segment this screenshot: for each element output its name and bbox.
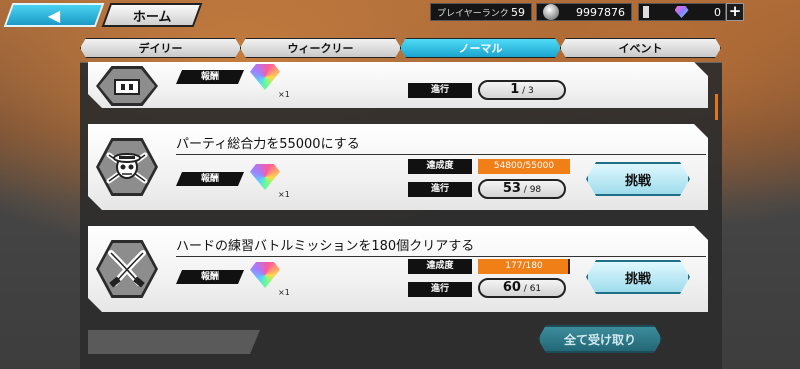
progress-label: 進行 <box>408 83 472 98</box>
mission-tabs: デイリー ウィークリー ノーマル イベント <box>80 38 722 58</box>
achievement-text: 177/180 <box>505 261 543 271</box>
mission-icon <box>96 66 158 106</box>
progress-label: 進行 <box>408 282 472 297</box>
reward-count: ×1 <box>278 90 290 99</box>
footer-bar <box>88 330 260 354</box>
rainbow-gem-icon <box>250 164 280 190</box>
tab-weekly[interactable]: ウィークリー <box>240 38 401 58</box>
progress-count: 53 / 98 <box>478 179 566 199</box>
coin-icon <box>543 4 559 20</box>
home-button[interactable]: ホーム <box>101 3 203 27</box>
coin-value: 9997876 <box>576 5 625 19</box>
reward-count: ×1 <box>278 190 290 199</box>
reward-count: ×1 <box>278 288 290 297</box>
gem-counter: 0 <box>638 3 726 21</box>
reward-label: 報酬 <box>176 172 244 186</box>
player-rank-label: プレイヤーランク <box>437 8 509 19</box>
back-arrow-icon: ◀ <box>47 5 61 25</box>
back-button[interactable]: ◀ <box>3 3 105 27</box>
mission-card: パーティ総合力を55000にする 報酬 ×1 達成度 54800/55000 進… <box>88 124 708 210</box>
mission-list-panel[interactable] <box>80 62 722 369</box>
mission-title: ハードの練習バトルミッションを180個クリアする <box>176 235 706 257</box>
tab-event[interactable]: イベント <box>560 38 721 58</box>
card-icon <box>643 6 649 18</box>
player-rank: プレイヤーランク 59 <box>430 3 532 21</box>
challenge-button[interactable]: 挑戦 <box>586 162 690 196</box>
claim-all-button[interactable]: 全て受け取り <box>538 325 662 353</box>
progress-count: 60 / 61 <box>478 278 566 298</box>
add-gems-button[interactable]: + <box>726 3 744 21</box>
coin-counter: 9997876 <box>536 3 632 21</box>
treasure-icon <box>112 76 142 96</box>
rainbow-gem-icon <box>250 262 280 288</box>
player-rank-value: 59 <box>511 5 525 19</box>
rainbow-gem-icon <box>250 64 280 90</box>
gem-icon <box>674 6 689 18</box>
straw-hat-jolly-roger-icon <box>105 147 149 187</box>
home-button-label: ホーム <box>132 9 172 25</box>
mission-icon <box>96 240 158 298</box>
mission-title: パーティ総合力を55000にする <box>176 133 706 155</box>
challenge-button[interactable]: 挑戦 <box>586 260 690 294</box>
reward-label: 報酬 <box>176 70 244 84</box>
mission-card: ハードの練習バトルミッションを180個クリアする 報酬 ×1 達成度 177/1… <box>88 226 708 312</box>
tab-daily[interactable]: デイリー <box>80 38 241 58</box>
achievement-label: 達成度 <box>408 259 472 274</box>
reward-label: 報酬 <box>176 270 244 284</box>
achievement-bar: 54800/55000 <box>478 159 570 174</box>
achievement-label: 達成度 <box>408 159 472 174</box>
achievement-bar: 177/180 <box>478 259 570 274</box>
achievement-text: 54800/55000 <box>493 161 555 171</box>
mission-icon <box>96 138 158 196</box>
gem-value: 0 <box>714 5 721 19</box>
tab-normal[interactable]: ノーマル <box>400 38 561 58</box>
progress-label: 進行 <box>408 182 472 197</box>
mission-card: 報酬 ×1 進行 1 / 3 <box>88 62 708 108</box>
progress-count: 1 / 3 <box>478 80 566 100</box>
crossed-swords-icon <box>105 249 149 289</box>
scrollbar[interactable] <box>715 94 718 120</box>
